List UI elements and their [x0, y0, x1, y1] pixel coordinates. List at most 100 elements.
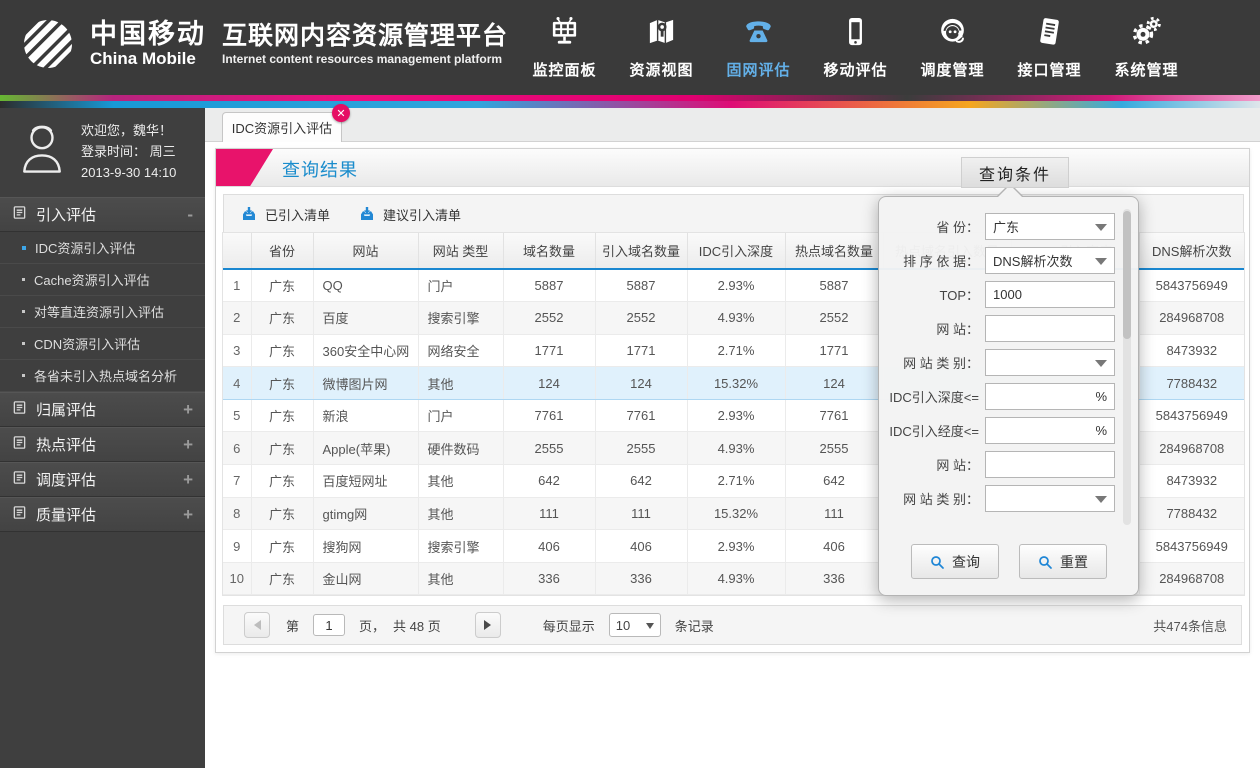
user-avatar-icon: [23, 125, 61, 173]
query-conditions-button[interactable]: 查询条件: [961, 157, 1069, 188]
table-cell: 2.93%: [686, 529, 785, 563]
expand-icon[interactable]: +: [183, 470, 193, 490]
query-input-IDC引入深度<=[interactable]: %: [985, 383, 1115, 410]
column-header[interactable]: 热点域名数量: [784, 233, 883, 270]
tab-idc-assessment[interactable]: IDC资源引入评估 ✕: [222, 104, 350, 142]
column-header[interactable]: 引入域名数量: [594, 233, 687, 270]
table-cell: 7761: [502, 399, 595, 433]
sidebar-item-各省未引入热点域名分析[interactable]: 各省未引入热点域名分析: [0, 360, 205, 392]
table-cell: 网络安全: [417, 334, 503, 368]
sidebar-item-label: Cache资源引入评估: [34, 273, 150, 288]
reset-button[interactable]: 重置: [1018, 544, 1107, 579]
query-input-网 站：[interactable]: [985, 451, 1115, 478]
sidebar-section-质量评估[interactable]: 质量评估 +: [0, 497, 205, 532]
table-cell: 4: [223, 366, 251, 400]
query-select-排 序 依 据：[interactable]: DNS解析次数: [985, 247, 1115, 274]
table-cell: gtimg网: [312, 497, 418, 531]
nav-item-dispatch-headset[interactable]: 调度管理: [904, 0, 1001, 95]
per-page-select[interactable]: 10: [608, 613, 661, 637]
table-cell: 广东: [250, 269, 313, 303]
next-page-button[interactable]: [474, 612, 501, 638]
table-cell: 4.93%: [686, 301, 785, 335]
query-input-IDC引入经度<=[interactable]: %: [985, 417, 1115, 444]
expand-icon[interactable]: +: [183, 505, 193, 525]
sidebar-item-CDN资源引入评估[interactable]: CDN资源引入评估: [0, 328, 205, 360]
collapse-icon[interactable]: -: [187, 205, 193, 225]
sidebar-section-热点评估[interactable]: 热点评估 +: [0, 427, 205, 462]
table-cell: 硬件数码: [417, 431, 503, 466]
column-header[interactable]: 网站 类型: [417, 233, 503, 270]
scrollbar-thumb[interactable]: [1123, 211, 1131, 339]
column-header[interactable]: 域名数量: [502, 233, 595, 270]
query-field-label: 网 站 类 别：: [903, 356, 979, 371]
query-input-TOP：[interactable]: 1000: [985, 281, 1115, 308]
table-cell: 9: [223, 529, 251, 563]
column-header[interactable]: IDC引入深度: [686, 233, 785, 270]
column-header[interactable]: 网站: [312, 233, 418, 270]
download-tray-icon: [361, 207, 374, 220]
chevron-down-icon: [1095, 258, 1107, 271]
table-cell: 1771: [784, 334, 883, 368]
suggested-list-button[interactable]: 建议引入清单: [358, 205, 461, 224]
search-button[interactable]: 查询: [910, 544, 999, 579]
nav-item-fixed-phone[interactable]: 固网评估: [710, 0, 807, 95]
total-pages-label: 共 48 页: [393, 618, 441, 634]
sidebar-item-IDC资源引入评估[interactable]: IDC资源引入评估: [0, 232, 205, 264]
rainbow-ribbon: [0, 95, 1260, 108]
nav-item-resource-map[interactable]: 资源视图: [613, 0, 710, 95]
download-tray-icon: [243, 207, 255, 220]
nav-item-label: 调度管理: [920, 61, 985, 79]
sidebar-section-调度评估[interactable]: 调度评估 +: [0, 462, 205, 497]
column-header[interactable]: [223, 233, 251, 270]
imported-list-button[interactable]: 已引入清单: [240, 205, 330, 224]
table-cell: 2.71%: [686, 334, 785, 368]
sidebar-item-对等直连资源引入评估[interactable]: 对等直连资源引入评估: [0, 296, 205, 328]
query-select-网 站 类 别：[interactable]: [985, 485, 1115, 512]
panel-title: 查询结果: [282, 160, 358, 180]
page-suffix-label: 页，: [359, 618, 386, 634]
bullet-icon: [22, 310, 25, 313]
table-cell: 5: [223, 399, 251, 433]
table-cell: 5887: [594, 269, 687, 303]
table-cell: 124: [502, 366, 595, 400]
sidebar-section-归属评估[interactable]: 归属评估 +: [0, 392, 205, 427]
table-cell: 2552: [784, 301, 883, 335]
prev-page-button[interactable]: [244, 612, 270, 638]
popup-scrollbar[interactable]: [1123, 209, 1131, 525]
query-input-网 站：[interactable]: [985, 315, 1115, 342]
table-cell: 406: [502, 529, 595, 563]
table-cell: 其他: [417, 562, 503, 596]
sidebar-item-Cache资源引入评估[interactable]: Cache资源引入评估: [0, 264, 205, 296]
sidebar-section-label: 热点评估: [36, 437, 97, 454]
query-select-省 份：[interactable]: 广东: [985, 213, 1115, 240]
expand-icon[interactable]: +: [183, 435, 193, 455]
query-field-label: 网 站：: [936, 322, 979, 337]
nav-item-system-gears[interactable]: 系统管理: [1098, 0, 1195, 95]
table-cell: 284968708: [1138, 301, 1244, 335]
login-time-line2: 2013-9-30 14:10: [81, 165, 177, 180]
interface-doc-icon: [1034, 16, 1065, 52]
page-number-input[interactable]: [313, 614, 346, 636]
sidebar-section-引入评估[interactable]: 引入评估 -: [0, 197, 205, 232]
nav-item-mobile-phone[interactable]: 移动评估: [807, 0, 904, 95]
panel-header: 查询结果 查询条件: [216, 149, 1249, 188]
column-header[interactable]: DNS解析次数: [1138, 233, 1244, 270]
nav-item-label: 固网评估: [726, 61, 791, 79]
nav-item-interface-doc[interactable]: 接口管理: [1001, 0, 1098, 95]
table-cell: 5887: [502, 269, 595, 303]
expand-icon[interactable]: +: [183, 400, 193, 420]
brand: 中国移动 China Mobile 互联网内容资源管理平台 Internet c…: [16, 12, 508, 76]
nav-item-monitor-panel[interactable]: 监控面板: [516, 0, 613, 95]
table-cell: 搜狗网: [312, 529, 418, 563]
nav-item-label: 接口管理: [1017, 61, 1082, 79]
table-cell: 284968708: [1138, 431, 1244, 466]
tab-close-icon[interactable]: ✕: [332, 104, 350, 122]
table-cell: 2552: [594, 301, 687, 335]
sidebar-section-label: 调度评估: [36, 472, 97, 489]
chevron-down-icon: [1095, 360, 1107, 373]
query-field-row: TOP： 1000: [879, 281, 1119, 308]
column-header[interactable]: 省份: [250, 233, 313, 270]
table-cell: 2.93%: [686, 399, 785, 433]
query-field-row: IDC引入深度<=%: [879, 383, 1119, 410]
query-select-网 站 类 别：[interactable]: [985, 349, 1115, 376]
